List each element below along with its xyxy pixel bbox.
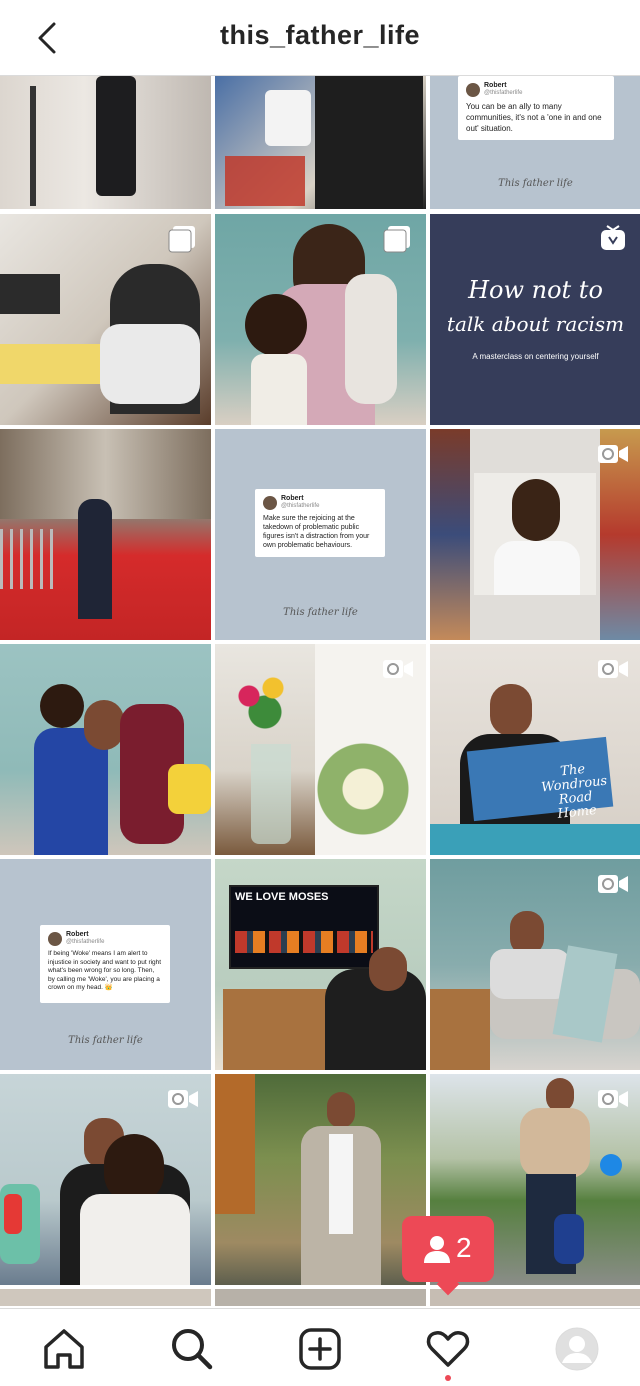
post-tile[interactable] — [430, 859, 640, 1070]
video-icon — [595, 869, 631, 899]
carousel-icon — [165, 224, 201, 254]
video-icon — [165, 1084, 201, 1114]
notification-count: 2 — [456, 1232, 472, 1263]
search-icon[interactable] — [168, 1325, 216, 1373]
tweet-handle: @thisfatherlife — [66, 939, 105, 945]
activity-heart-icon[interactable] — [424, 1325, 472, 1373]
username-title: this_father_life — [219, 20, 421, 50]
post-tile[interactable] — [430, 429, 640, 640]
video-icon — [595, 654, 631, 684]
tweet-author: Robert — [484, 82, 507, 89]
tweet-card: Robert @thisfatherlife You can be an all… — [458, 76, 614, 140]
tweet-author: Robert — [66, 931, 89, 938]
tv-screen-text: WE LOVE MOSES — [235, 891, 329, 903]
post-tile[interactable] — [0, 76, 211, 209]
post-tile[interactable]: How not to talk about racism A mastercla… — [430, 214, 640, 425]
post-tile[interactable] — [215, 76, 426, 209]
post-title-line: talk about racism — [446, 312, 625, 336]
signature: This father life — [68, 1035, 143, 1046]
video-icon — [595, 1084, 631, 1114]
signature: This father life — [283, 607, 358, 618]
tweet-author: Robert — [281, 495, 304, 502]
tweet-text: Make sure the rejoicing at the takedown … — [263, 515, 370, 549]
activity-notification-bubble[interactable]: 2 — [402, 1216, 494, 1296]
video-icon — [380, 654, 416, 684]
post-tile[interactable]: Robert @thisfatherlife Make sure the rej… — [215, 429, 426, 640]
post-tile[interactable] — [0, 214, 211, 425]
person-icon — [422, 1234, 452, 1264]
post-title-line: How not to — [468, 276, 603, 304]
post-tile[interactable] — [430, 1289, 640, 1306]
tweet-text: You can be an ally to many communities, … — [466, 102, 602, 133]
avatar — [48, 931, 62, 946]
book-title: The Wondrous Road Home — [540, 761, 608, 822]
tweet-handle: @thisfatherlife — [484, 90, 523, 96]
tweet-card: Robert @thisfatherlife If being 'Woke' m… — [40, 925, 170, 1003]
post-tile[interactable]: WE LOVE MOSES — [215, 859, 426, 1070]
home-icon[interactable] — [40, 1325, 88, 1373]
post-tile[interactable] — [215, 644, 426, 855]
carousel-icon — [380, 224, 416, 254]
post-tile[interactable]: The Wondrous Road Home — [430, 644, 640, 855]
avatar — [263, 495, 277, 510]
post-tile[interactable] — [0, 429, 211, 640]
posts-grid: Robert @thisfatherlife You can be an all… — [0, 76, 640, 1306]
post-tile[interactable] — [0, 644, 211, 855]
profile-header: this_father_life — [0, 0, 640, 76]
video-icon — [595, 439, 631, 469]
tweet-card: Robert @thisfatherlife Make sure the rej… — [255, 489, 385, 557]
post-tile[interactable] — [215, 214, 426, 425]
bottom-navigation — [0, 1308, 640, 1386]
post-tile[interactable] — [215, 1074, 426, 1285]
post-tile[interactable]: Robert @thisfatherlife If being 'Woke' m… — [0, 859, 211, 1070]
post-tile[interactable] — [0, 1074, 211, 1285]
profile-avatar[interactable] — [553, 1325, 601, 1373]
tweet-text: If being 'Woke' means I am alert to inju… — [48, 950, 162, 991]
post-tile[interactable]: Robert @thisfatherlife You can be an all… — [430, 76, 640, 209]
igtv-icon — [595, 224, 631, 254]
post-subtitle: A masterclass on centering yourself — [472, 352, 599, 361]
tweet-handle: @thisfatherlife — [281, 503, 320, 509]
post-tile[interactable] — [215, 1289, 426, 1306]
signature: This father life — [498, 178, 573, 189]
activity-indicator-dot — [445, 1375, 451, 1381]
post-tile[interactable] — [0, 1289, 211, 1306]
add-post-icon[interactable] — [296, 1325, 344, 1373]
avatar — [466, 82, 480, 97]
